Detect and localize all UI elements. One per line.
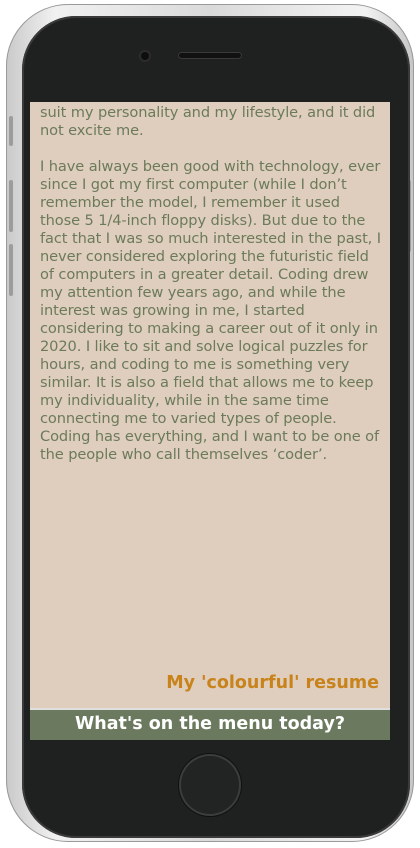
phone-screen: professionally in the accounting field d… (30, 102, 390, 740)
speaker-grille (178, 52, 242, 59)
volume-up-button (9, 180, 13, 232)
front-camera-icon (141, 52, 149, 60)
home-button[interactable] (179, 754, 241, 816)
about-text: professionally in the accounting field d… (40, 102, 382, 482)
resume-link[interactable]: My 'colourful' resume (166, 673, 379, 693)
menu-button[interactable]: What's on the menu today? (30, 708, 390, 740)
mute-switch (9, 116, 13, 146)
about-paragraph-1: professionally in the accounting field d… (40, 102, 376, 139)
about-paragraph-2: I have always been good with technology,… (40, 158, 381, 463)
volume-down-button (9, 244, 13, 296)
